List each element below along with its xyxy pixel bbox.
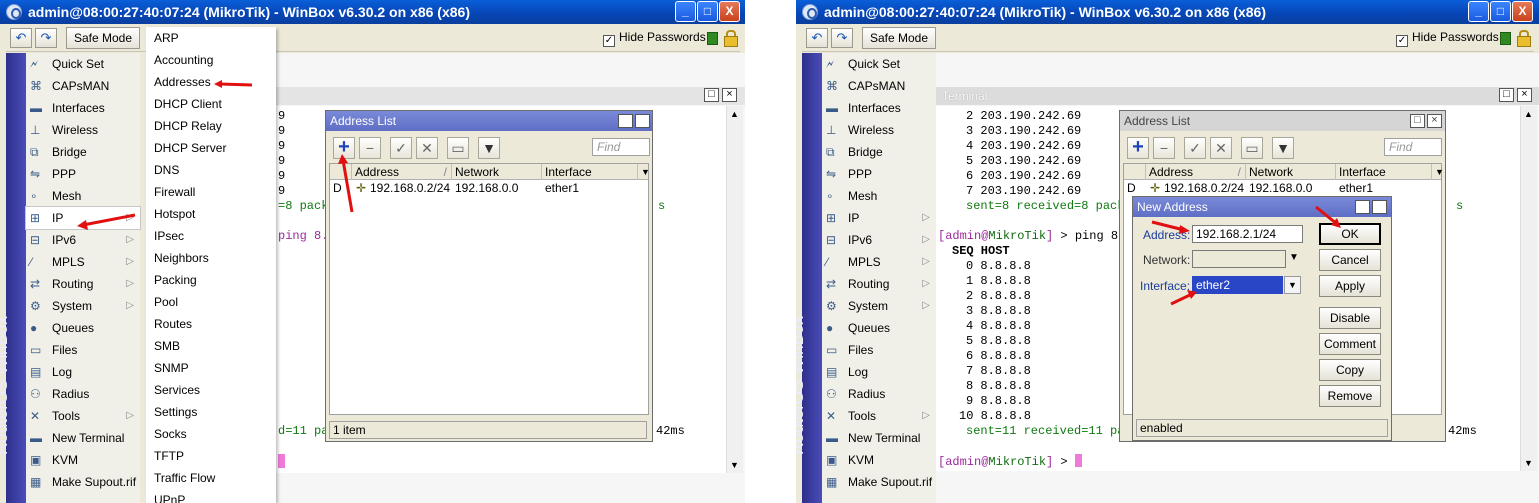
annotation-arrowhead-add xyxy=(338,154,348,164)
annotation-arrows xyxy=(77,80,354,230)
annotation-arrows xyxy=(1151,205,1341,306)
annotation-arrowhead-ip xyxy=(77,220,88,230)
annotation-arrow-add xyxy=(341,159,354,213)
annotation-arrow-interface xyxy=(1170,292,1193,306)
annotation-arrowhead-address xyxy=(1179,225,1190,234)
annotation-arrow-address xyxy=(1151,220,1185,232)
winbox-window-left: admin@08:00:27:40:07:24 (MikroTik) - Win… xyxy=(0,0,745,503)
annotation-arrow-ok xyxy=(1315,205,1338,226)
winbox-window-right: admin@08:00:27:40:07:24 (MikroTik) - Win… xyxy=(796,0,1539,503)
annotation-arrowhead-addresses xyxy=(214,80,222,88)
annotation-arrow-addresses xyxy=(219,82,253,87)
annotation-arrow-ip xyxy=(82,213,136,227)
